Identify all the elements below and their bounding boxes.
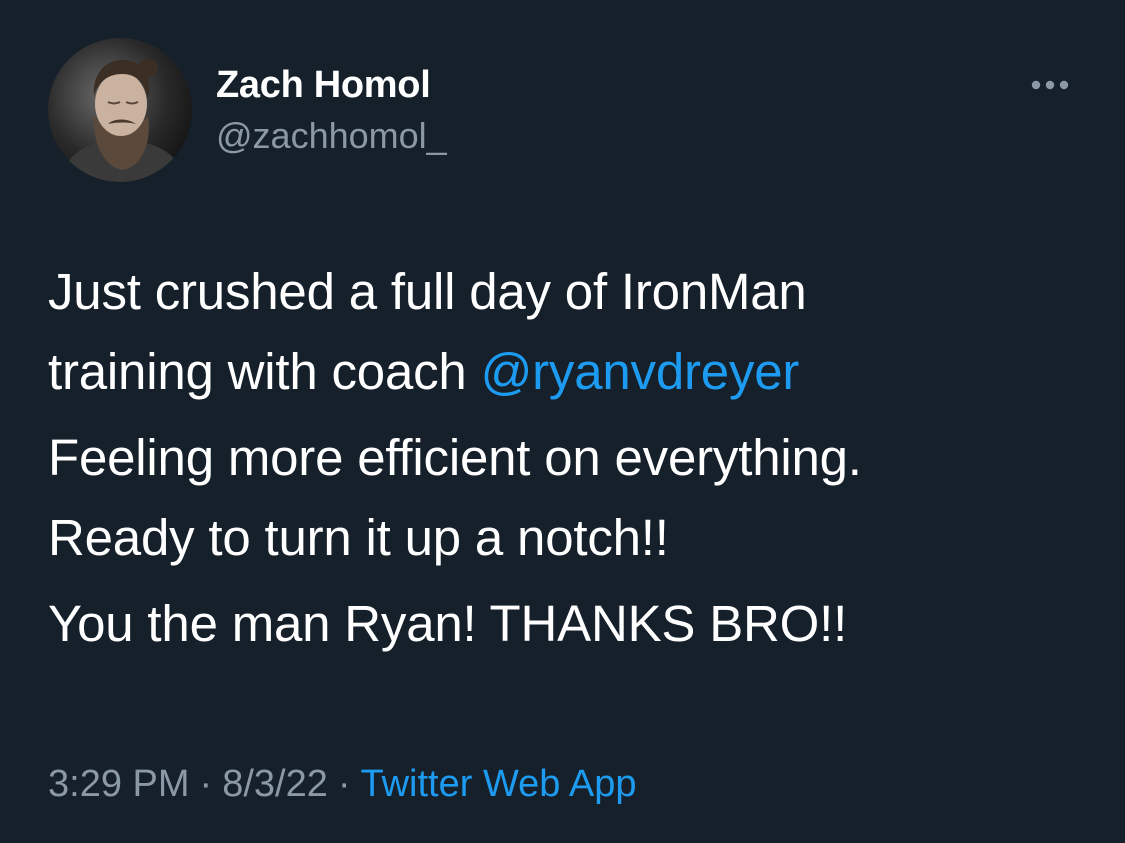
tweet-text: Just crushed a full day of IronMan train… [48,252,1088,664]
tweet-time[interactable]: 3:29 PM [48,763,190,805]
tweet-paragraph-3: You the man Ryan! THANKS BRO!! [48,584,1088,664]
tweet-text-line: Feeling more efficient on everything. [48,429,862,486]
tweet-paragraph-2: Feeling more efficient on everything. Re… [48,418,1088,578]
author-display-name[interactable]: Zach Homol [216,62,431,108]
tweet-date[interactable]: 8/3/22 [222,763,328,805]
tweet-text-line: Ready to turn it up a notch!! [48,509,669,566]
avatar-photo-icon [48,38,192,182]
mention-link[interactable]: @ryanvdreyer [481,343,800,400]
tweet-paragraph-1: Just crushed a full day of IronMan train… [48,252,1088,412]
tweet-card: Zach Homol @zachhomol_ Just crushed a fu… [0,0,1125,843]
more-options-button[interactable] [1018,60,1082,110]
author-avatar[interactable] [48,38,192,182]
tweet-text-line: Just crushed a full day of IronMan [48,263,807,320]
tweet-meta: 3:29 PM · 8/3/22 · Twitter Web App [48,760,636,808]
meta-separator: · [337,763,351,805]
meta-separator: · [199,763,213,805]
tweet-text-line: You the man Ryan! THANKS BRO!! [48,595,848,652]
tweet-source-link[interactable]: Twitter Web App [361,763,637,805]
more-horizontal-icon [1031,80,1069,90]
tweet-text-line: training with coach [48,343,481,400]
author-handle[interactable]: @zachhomol_ [216,114,447,158]
